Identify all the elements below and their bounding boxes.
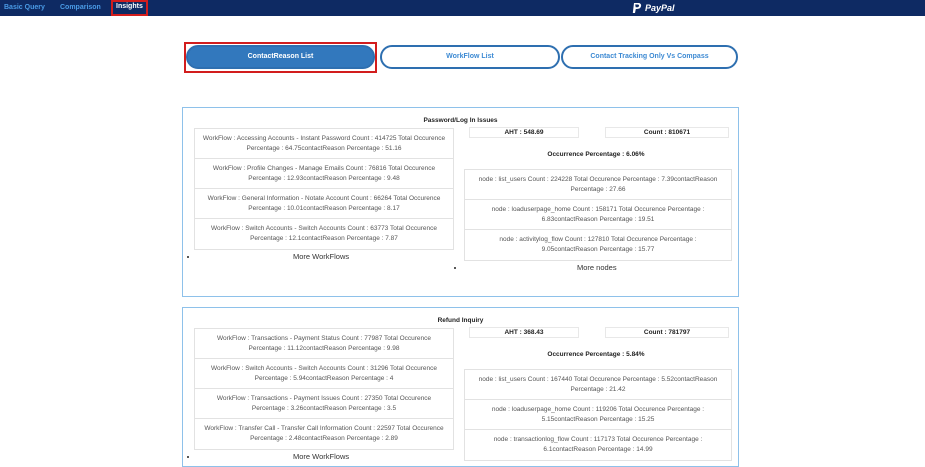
brand-name: PayPal (645, 3, 675, 13)
workflow-item: WorkFlow : Profile Changes - Manage Emai… (195, 159, 453, 189)
node-item: node : activitylog_flow Count : 127810 T… (499, 236, 697, 253)
node-item: node : list_users Count : 167440 Total O… (465, 370, 731, 400)
occurrence-percentage: Occurrence Percentage : 5.84% (547, 351, 645, 358)
workflow-item: WorkFlow : Switch Accounts - Switch Acco… (211, 225, 437, 242)
occurrence-percentage: Occurrence Percentage : 6.06% (547, 151, 645, 158)
bullet-icon (454, 267, 456, 269)
nav-comparison[interactable]: Comparison (60, 1, 101, 15)
bullet-icon (187, 256, 189, 258)
workflow-list: WorkFlow : Accessing Accounts - Instant … (194, 128, 454, 250)
workflow-item: WorkFlow : General Information - Notate … (195, 189, 453, 219)
node-item: node : loaduserpage_home Count : 158171 … (465, 200, 731, 230)
nav-insights[interactable]: Insights (111, 0, 148, 16)
paypal-icon (632, 3, 642, 13)
node-list: node : list_users Count : 224228 Total O… (464, 169, 732, 261)
node-item: node : list_users Count : 224228 Total O… (465, 170, 731, 200)
workflow-item: WorkFlow : Accessing Accounts - Instant … (195, 129, 453, 159)
tab-contact-tracking-vs-compass[interactable]: Contact Tracking Only Vs Compass (561, 45, 738, 69)
panel-title: Refund Inquiry (437, 317, 484, 324)
tab-workflow-list[interactable]: WorkFlow List (380, 45, 560, 69)
workflow-list: WorkFlow : Transactions - Payment Status… (194, 328, 454, 450)
count-stat: Count : 810671 (605, 127, 729, 138)
bullet-icon (187, 456, 189, 458)
workflow-item: WorkFlow : Transactions - Payment Issues… (195, 389, 453, 419)
aht-stat: AHT : 548.69 (469, 127, 579, 138)
aht-stat: AHT : 368.43 (469, 327, 579, 338)
workflow-item: WorkFlow : Switch Accounts - Switch Acco… (195, 359, 453, 389)
more-nodes-link[interactable]: More nodes (577, 263, 617, 272)
node-list: node : list_users Count : 167440 Total O… (464, 369, 732, 461)
node-item: node : loaduserpage_home Count : 119206 … (465, 400, 731, 430)
workflow-item: WorkFlow : Transactions - Payment Status… (195, 329, 453, 359)
tab-contactreason-list[interactable]: ContactReason List (186, 45, 375, 69)
node-item: node : transactionlog_flow Count : 11717… (493, 436, 703, 453)
panel-title: Password/Log In Issues (423, 117, 498, 124)
contact-reason-panel: Refund Inquiry WorkFlow : Transactions -… (182, 307, 739, 467)
workflow-item: WorkFlow : Transfer Call - Transfer Call… (204, 425, 444, 442)
paypal-logo: PayPal (632, 0, 675, 16)
top-navigation-bar: Basic Query Comparison Insights PayPal (0, 0, 925, 16)
nav-basic-query[interactable]: Basic Query (4, 1, 45, 15)
more-workflows-link[interactable]: More WorkFlows (293, 252, 349, 261)
more-workflows-link[interactable]: More WorkFlows (293, 452, 349, 461)
contact-reason-panel: Password/Log In Issues WorkFlow : Access… (182, 107, 739, 297)
count-stat: Count : 781797 (605, 327, 729, 338)
